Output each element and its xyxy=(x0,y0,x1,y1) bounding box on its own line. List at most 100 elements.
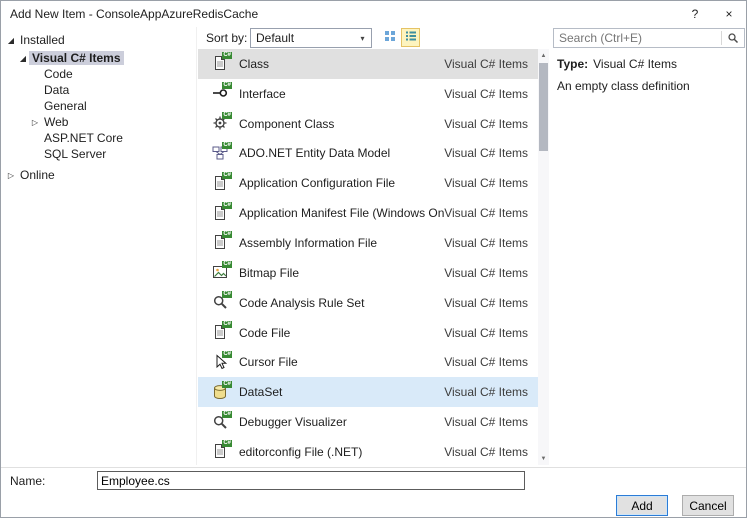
template-category: Visual C# Items xyxy=(444,235,528,250)
scroll-up-icon[interactable]: ▲ xyxy=(538,49,549,62)
add-new-item-dialog: Add New Item - ConsoleAppAzureRedisCache… xyxy=(0,0,747,518)
list-item-class[interactable]: C# Class Visual C# Items xyxy=(198,49,538,79)
list-item-editorconfig-file-net[interactable]: C# editorconfig File (.NET) Visual C# It… xyxy=(198,437,538,465)
list-item-component-class[interactable]: C# Component Class Visual C# Items xyxy=(198,109,538,139)
name-row: Name: xyxy=(1,468,746,493)
close-button[interactable]: × xyxy=(712,1,746,27)
doc-icon: C# xyxy=(212,171,232,192)
toolbar: Sort by: Default ▾ xyxy=(198,27,746,49)
gear-icon: C# xyxy=(212,112,232,132)
expander-icon[interactable]: ◢ xyxy=(17,54,29,63)
list-item-code-file[interactable]: C# Code File Visual C# Items xyxy=(198,318,538,348)
sidebar-item-label: Installed xyxy=(20,33,65,47)
name-input[interactable] xyxy=(97,471,525,490)
sidebar-item-data[interactable]: Data xyxy=(1,82,196,98)
sort-by-dropdown[interactable]: Default ▾ xyxy=(250,28,372,48)
sidebar-item-general[interactable]: General xyxy=(1,98,196,114)
list-item-bitmap-file[interactable]: C# Bitmap File Visual C# Items xyxy=(198,258,538,288)
name-label: Name: xyxy=(10,473,46,488)
csharp-badge: C# xyxy=(222,52,232,60)
csharp-badge: C# xyxy=(222,350,232,358)
search-icon[interactable] xyxy=(722,29,744,47)
csharp-badge: C# xyxy=(222,141,232,149)
sidebar-item-label: SQL Server xyxy=(44,147,107,161)
doc-icon: C# xyxy=(212,201,232,222)
template-category: Visual C# Items xyxy=(444,265,528,280)
window-title: Add New Item - ConsoleAppAzureRedisCache xyxy=(10,7,259,21)
list-item-application-manifest-file-windows-only[interactable]: C# Application Manifest File (Windows On… xyxy=(198,198,538,228)
list-item-ado-net-entity-data-model[interactable]: C# ADO.NET Entity Data Model Visual C# I… xyxy=(198,139,538,169)
sidebar-item-label: ASP.NET Core xyxy=(44,131,123,145)
scrollbar-thumb[interactable] xyxy=(539,63,548,151)
sidebar-item-label: Data xyxy=(44,83,70,97)
db-icon: C# xyxy=(212,380,232,401)
list-item-debugger-visualizer[interactable]: C# Debugger Visualizer Visual C# Items xyxy=(198,407,538,437)
magnifier-icon: C# xyxy=(212,410,232,431)
scroll-down-icon[interactable]: ▼ xyxy=(538,452,549,465)
list-item-code-analysis-rule-set[interactable]: C# Code Analysis Rule Set Visual C# Item… xyxy=(198,288,538,318)
list-item-application-configuration-file[interactable]: C# Application Configuration File Visual… xyxy=(198,168,538,198)
title-buttons: ? × xyxy=(678,1,746,27)
sidebar-item-label: Web xyxy=(44,115,69,129)
template-category: Visual C# Items xyxy=(444,206,528,221)
chevron-down-icon[interactable]: ▾ xyxy=(354,29,371,47)
template-name: Bitmap File xyxy=(239,265,300,280)
help-button[interactable]: ? xyxy=(678,1,712,27)
csharp-badge: C# xyxy=(222,231,232,239)
template-name: Application Manifest File (Windows Only) xyxy=(239,206,445,221)
template-category: Visual C# Items xyxy=(444,385,528,400)
cursor-icon: C# xyxy=(212,350,232,371)
template-name: Component Class xyxy=(239,116,335,131)
sidebar-item-online[interactable]: ▷ Online xyxy=(1,167,196,183)
template-category: Visual C# Items xyxy=(444,355,528,370)
csharp-badge: C# xyxy=(222,82,232,90)
doc-icon: C# xyxy=(212,231,232,251)
csharp-badge: C# xyxy=(222,261,232,269)
add-button[interactable]: Add xyxy=(616,495,668,516)
template-name: Debugger Visualizer xyxy=(239,415,347,430)
medium-icons-view-button[interactable] xyxy=(380,28,399,47)
template-category: Visual C# Items xyxy=(444,444,528,459)
template-category: Visual C# Items xyxy=(444,86,528,101)
cancel-button[interactable]: Cancel xyxy=(682,495,734,516)
template-name: Code Analysis Rule Set xyxy=(239,295,365,310)
csharp-badge: C# xyxy=(222,291,232,299)
list-item-interface[interactable]: C# Interface Visual C# Items xyxy=(198,79,538,109)
doc-icon: C# xyxy=(212,52,232,72)
sidebar-item-label: General xyxy=(44,99,87,113)
expander-icon[interactable]: ▷ xyxy=(5,171,17,180)
template-category: Visual C# Items xyxy=(444,415,528,430)
type-label: Type: xyxy=(557,57,589,71)
template-category: Visual C# Items xyxy=(444,176,528,191)
template-name: Interface xyxy=(239,86,286,101)
expander-icon[interactable]: ◢ xyxy=(5,36,17,45)
template-name: Class xyxy=(239,56,270,71)
expander-icon[interactable]: ▷ xyxy=(29,118,41,127)
template-name: Cursor File xyxy=(239,355,298,370)
csharp-badge: C# xyxy=(222,440,232,448)
sort-by-label: Sort by: xyxy=(206,31,248,45)
list-item-cursor-file[interactable]: C# Cursor File Visual C# Items xyxy=(198,347,538,377)
sidebar-item-visual-c-items[interactable]: ◢ Visual C# Items xyxy=(1,50,196,66)
sidebar-item-label: Visual C# Items xyxy=(29,51,124,65)
csharp-badge: C# xyxy=(222,171,232,179)
template-name: Assembly Information File xyxy=(239,235,378,250)
image-icon: C# xyxy=(212,261,232,281)
sidebar-item-asp-net-core[interactable]: ASP.NET Core xyxy=(1,130,196,146)
list-item-dataset[interactable]: C# DataSet Visual C# Items xyxy=(198,377,538,408)
grid-view-icon xyxy=(384,30,396,45)
doc-icon: C# xyxy=(212,440,232,460)
template-category: Visual C# Items xyxy=(444,116,528,131)
search-input[interactable] xyxy=(554,29,721,47)
csharp-badge: C# xyxy=(222,112,232,120)
vertical-scrollbar[interactable]: ▲ ▼ xyxy=(538,49,549,465)
template-name: editorconfig File (.NET) xyxy=(239,444,363,459)
sidebar-item-code[interactable]: Code xyxy=(1,66,196,82)
template-category: Visual C# Items xyxy=(444,295,528,310)
template-category: Visual C# Items xyxy=(444,325,528,340)
list-item-assembly-information-file[interactable]: C# Assembly Information File Visual C# I… xyxy=(198,228,538,258)
sidebar-item-installed[interactable]: ◢ Installed xyxy=(1,32,196,48)
sidebar-item-sql-server[interactable]: SQL Server xyxy=(1,146,196,162)
sidebar-item-web[interactable]: ▷ Web xyxy=(1,114,196,130)
list-view-button[interactable] xyxy=(401,28,420,47)
